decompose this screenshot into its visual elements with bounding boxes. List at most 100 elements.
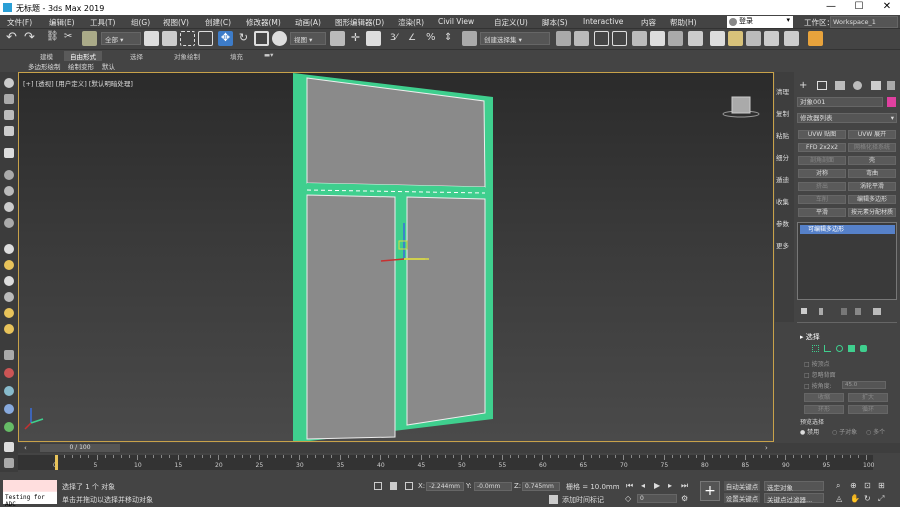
select-by-name-icon[interactable] (162, 31, 177, 46)
smooth-button[interactable]: 平滑 (798, 208, 846, 217)
viewcube[interactable] (722, 96, 760, 118)
set-key-icon[interactable]: + (700, 481, 720, 501)
render-activeshade-icon[interactable] (764, 31, 779, 46)
percent-snap-icon[interactable]: % (426, 31, 441, 46)
globe-icon[interactable] (4, 404, 14, 414)
side-collect[interactable]: 收集 (776, 196, 789, 206)
systems-icon[interactable] (4, 324, 14, 334)
fov-icon[interactable]: ◬ (836, 494, 842, 503)
time-slider[interactable]: 0 / 100 (40, 444, 120, 452)
rotate-icon[interactable]: ↻ (236, 31, 251, 46)
cylinder-icon[interactable] (4, 186, 14, 196)
menu-help[interactable]: 帮助(H) (670, 17, 697, 28)
object-name-field[interactable]: 对象001 (797, 97, 883, 107)
side-route[interactable]: 遁迪 (776, 174, 789, 184)
y-coord-field[interactable]: -0.0mm (474, 482, 512, 491)
link-icon[interactable]: ⛓ (46, 31, 61, 46)
z-coord-field[interactable]: 0.745mm (522, 482, 560, 491)
maximize-viewport-icon[interactable]: ⤢ (878, 494, 884, 504)
side-more[interactable]: 更多 (776, 240, 789, 250)
play-icon[interactable]: ▶ (654, 481, 660, 490)
hierarchy-icon[interactable] (4, 110, 14, 120)
a360-icon[interactable] (808, 31, 823, 46)
rendered-frame-icon[interactable] (710, 31, 725, 46)
helper-icon[interactable] (4, 292, 14, 302)
undo-icon[interactable]: ↶ (6, 31, 21, 46)
remove-modifier-icon[interactable] (855, 308, 861, 315)
named-selection-select[interactable]: 创建选择集 ▾ (480, 32, 550, 45)
menu-customize[interactable]: 自定义(U) (494, 17, 528, 28)
camera-icon[interactable] (4, 276, 14, 286)
by-vertex-checkbox[interactable]: □ 按顶点 (804, 359, 830, 368)
stack-item-editable-poly[interactable]: 可编辑多边形 (800, 225, 895, 234)
redo-icon[interactable]: ↷ (24, 31, 39, 46)
menu-content[interactable]: 内容 (641, 17, 656, 28)
key-filters-button[interactable]: 关键点过滤器... (764, 493, 824, 504)
maxscript-listener[interactable]: Testing for ADC (3, 480, 57, 507)
selection-lock-icon[interactable] (390, 482, 397, 490)
add-time-tag[interactable]: 添加时间标记 (562, 495, 604, 505)
maximize-button[interactable]: ☐ (846, 1, 872, 14)
ignore-backfacing-checkbox[interactable]: □ 忽略背面 (804, 370, 836, 379)
side-copy[interactable]: 复制 (776, 108, 789, 118)
extrude-button[interactable]: 挤出 (798, 182, 846, 191)
polydraw-label[interactable]: 多边形绘制 (28, 61, 61, 71)
key-mode-icon[interactable]: ◇ (625, 494, 631, 503)
lathe-button[interactable]: 车削 (798, 195, 846, 204)
zoom-extents-all-icon[interactable]: ⊞ (878, 481, 885, 490)
menu-tools[interactable]: 工具(T) (90, 17, 115, 28)
rect-selection-icon[interactable] (180, 31, 195, 46)
bevel-profile-button[interactable]: 剖角剖面 (798, 156, 846, 165)
grow-button[interactable]: 扩大 (848, 393, 888, 402)
align-icon[interactable] (574, 31, 589, 46)
render-production-icon[interactable] (728, 31, 743, 46)
create-box-icon[interactable] (4, 148, 14, 158)
time-tag-icon[interactable] (549, 495, 558, 504)
menu-group[interactable]: 组(G) (131, 17, 150, 28)
mesh-select-button[interactable]: 网格化择系统 (848, 143, 896, 152)
prev-frame-icon[interactable]: ‹ (24, 444, 32, 452)
show-end-result-icon[interactable] (819, 308, 823, 315)
prev-key-icon[interactable]: ◂ (641, 481, 645, 490)
side-paste[interactable]: 粘贴 (776, 130, 789, 140)
menu-create[interactable]: 创建(C) (205, 17, 231, 28)
motion-tab-icon[interactable] (853, 81, 862, 90)
select-manipulate-icon[interactable]: ✛ (348, 31, 363, 46)
tab-freeform[interactable]: 自由形式 (64, 51, 102, 61)
paint-deform-label[interactable]: 绘制变形 (68, 61, 94, 71)
orbit-icon[interactable]: ↻ (864, 494, 871, 503)
preview-disabled-radio[interactable]: ● 禁用 (800, 427, 819, 436)
side-subdivide[interactable]: 细分 (776, 152, 789, 162)
isolate-icon[interactable] (374, 482, 382, 490)
current-frame-marker[interactable] (55, 455, 58, 470)
render-online-icon[interactable] (784, 31, 799, 46)
reference-coord-select[interactable]: 视图 ▾ (290, 32, 326, 45)
menu-civil-view[interactable]: Civil View (438, 17, 474, 26)
maxscript-input[interactable] (3, 480, 57, 491)
tab-populate[interactable]: 填充 (224, 51, 249, 61)
menu-scripting[interactable]: 脚本(S) (542, 17, 568, 28)
menu-edit[interactable]: 编辑(E) (49, 17, 75, 28)
vertex-icon[interactable] (812, 345, 819, 352)
turbosmooth-button[interactable]: 涡轮平滑 (848, 182, 896, 191)
defaults-label[interactable]: 默认 (102, 61, 115, 71)
side-clean[interactable]: 清理 (776, 86, 789, 96)
scale-icon[interactable] (254, 31, 269, 46)
ffd-button[interactable]: FFD 2x2x2 (798, 143, 846, 152)
edit-named-selection-icon[interactable] (462, 31, 477, 46)
workspace-select[interactable]: Workspace_1 (830, 16, 898, 28)
dynamics-icon[interactable] (4, 368, 14, 378)
track-bar[interactable]: 0510152025303540455055606570758085909510… (18, 455, 874, 470)
edge-icon[interactable] (824, 345, 831, 352)
mirror-icon[interactable] (556, 31, 571, 46)
shrink-button[interactable]: 收缩 (804, 393, 844, 402)
border-icon[interactable] (836, 345, 843, 352)
time-config-icon[interactable]: ⚙ (681, 494, 688, 503)
edit-poly-button[interactable]: 编辑多边形 (848, 195, 896, 204)
polygon-icon[interactable] (848, 345, 855, 352)
zoom-icon[interactable]: ⌕ (836, 481, 840, 491)
sphere-icon[interactable] (4, 170, 14, 180)
graph-icon[interactable] (4, 386, 14, 396)
menu-graph-editors[interactable]: 图形编辑器(D) (335, 17, 384, 28)
schematic-view-icon[interactable] (650, 31, 665, 46)
